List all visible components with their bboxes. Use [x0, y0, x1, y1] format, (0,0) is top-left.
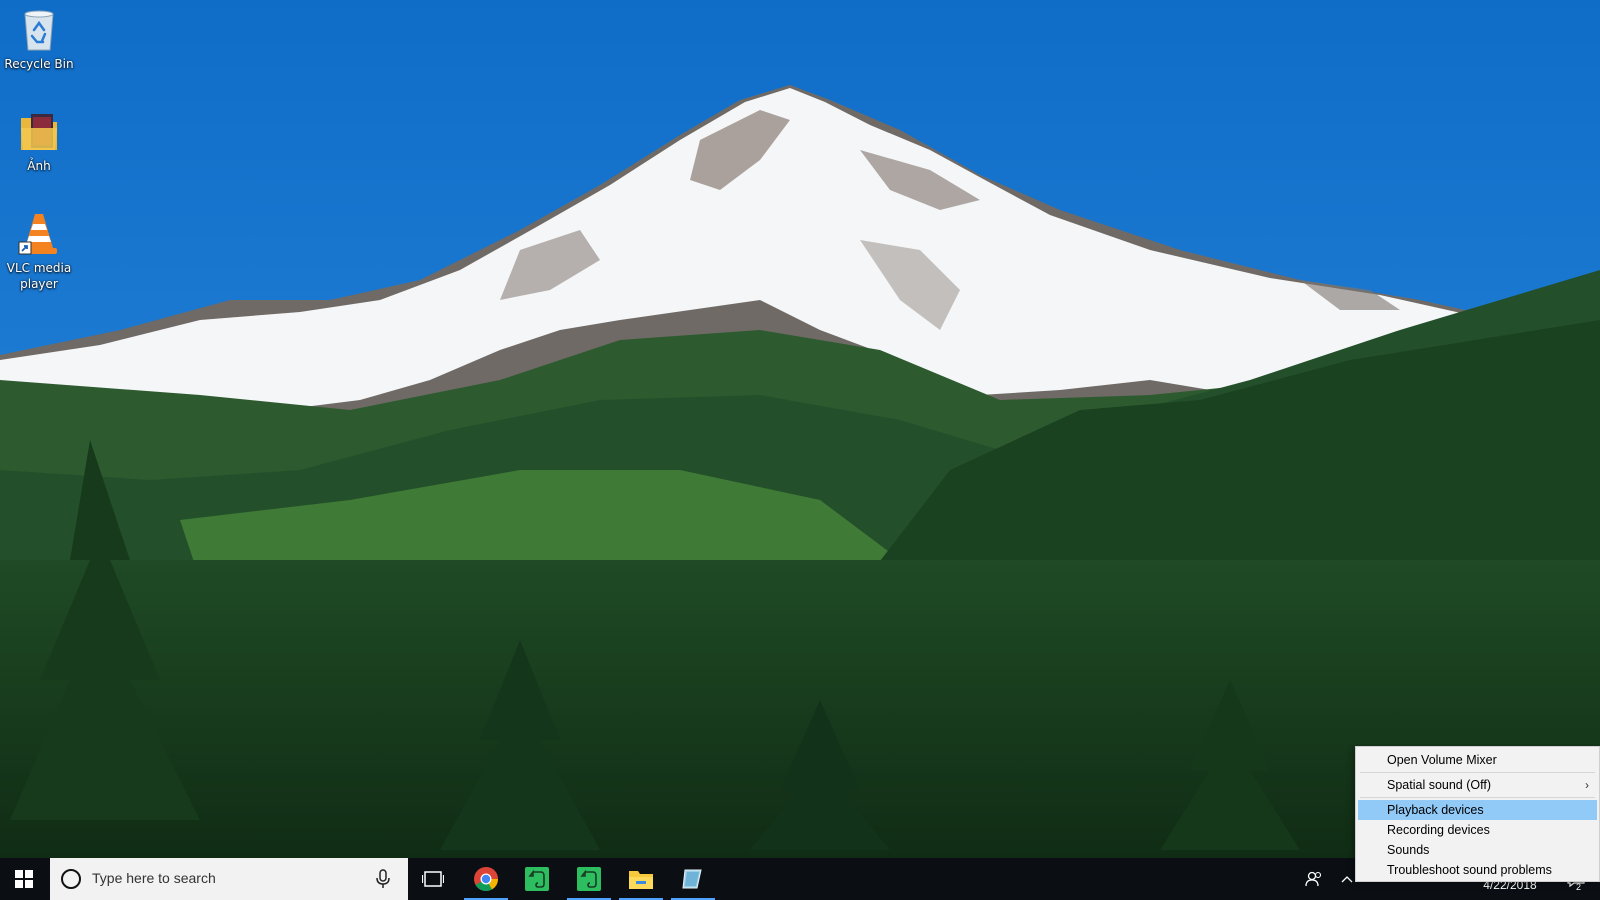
- menu-item-label: Troubleshoot sound problems: [1387, 863, 1552, 877]
- menu-item-label: Sounds: [1387, 843, 1430, 857]
- taskbar-app-evernote[interactable]: [513, 858, 561, 900]
- menu-item-playback-devices[interactable]: Playback devices: [1358, 800, 1597, 820]
- menu-item-sounds[interactable]: Sounds: [1358, 840, 1597, 860]
- start-button[interactable]: [0, 858, 48, 900]
- menu-item-label: Recording devices: [1387, 823, 1490, 837]
- menu-item-open-volume-mixer[interactable]: Open Volume Mixer: [1358, 750, 1597, 770]
- people-icon: [1305, 871, 1322, 887]
- evernote-icon: [577, 867, 601, 891]
- chevron-up-icon: [1341, 876, 1353, 883]
- search-placeholder: Type here to search: [92, 870, 216, 886]
- desktop-icon-label: Ảnh: [27, 159, 51, 173]
- microphone-icon[interactable]: [375, 869, 391, 889]
- desktop-icon-recycle-bin[interactable]: Recycle Bin: [4, 6, 74, 72]
- photo-folder-icon: [21, 114, 57, 150]
- menu-item-label: Spatial sound (Off): [1387, 778, 1491, 792]
- menu-item-spatial-sound[interactable]: Spatial sound (Off) ›: [1358, 775, 1597, 795]
- taskbar-app-evernote-2[interactable]: [565, 858, 613, 900]
- recycle-bin-icon: [24, 10, 54, 51]
- taskbar-app-file-explorer[interactable]: [617, 858, 665, 900]
- menu-item-troubleshoot-sound[interactable]: Troubleshoot sound problems: [1358, 860, 1597, 880]
- windows-logo-icon: [15, 870, 33, 888]
- file-explorer-icon: [629, 871, 653, 889]
- desktop-icon-label: Recycle Bin: [4, 57, 74, 71]
- sound-context-menu: Open Volume Mixer Spatial sound (Off) › …: [1355, 746, 1600, 882]
- cortana-icon: [61, 869, 81, 889]
- task-view-button[interactable]: [409, 858, 457, 900]
- menu-item-label: Open Volume Mixer: [1387, 753, 1497, 767]
- evernote-icon: [525, 867, 549, 891]
- desktop-icon-label: VLC media player: [6, 261, 72, 291]
- app-icon: [682, 869, 702, 889]
- taskbar-search-box[interactable]: Type here to search: [50, 858, 408, 900]
- task-view-icon: [422, 871, 444, 887]
- menu-item-label: Playback devices: [1387, 803, 1484, 817]
- taskbar-app-generic[interactable]: [669, 858, 717, 900]
- menu-separator: [1360, 797, 1595, 798]
- vlc-cone-icon: [18, 214, 57, 255]
- people-button[interactable]: [1300, 858, 1328, 900]
- chevron-right-icon: ›: [1585, 778, 1589, 792]
- taskbar-app-chrome[interactable]: [462, 858, 510, 900]
- desktop-icon-vlc[interactable]: VLC media player: [4, 210, 74, 292]
- notification-count-badge: 2: [1576, 882, 1582, 892]
- chrome-icon: [474, 867, 498, 892]
- desktop-icon-photos-folder[interactable]: Ảnh: [4, 108, 74, 174]
- menu-item-recording-devices[interactable]: Recording devices: [1358, 820, 1597, 840]
- menu-separator: [1360, 772, 1595, 773]
